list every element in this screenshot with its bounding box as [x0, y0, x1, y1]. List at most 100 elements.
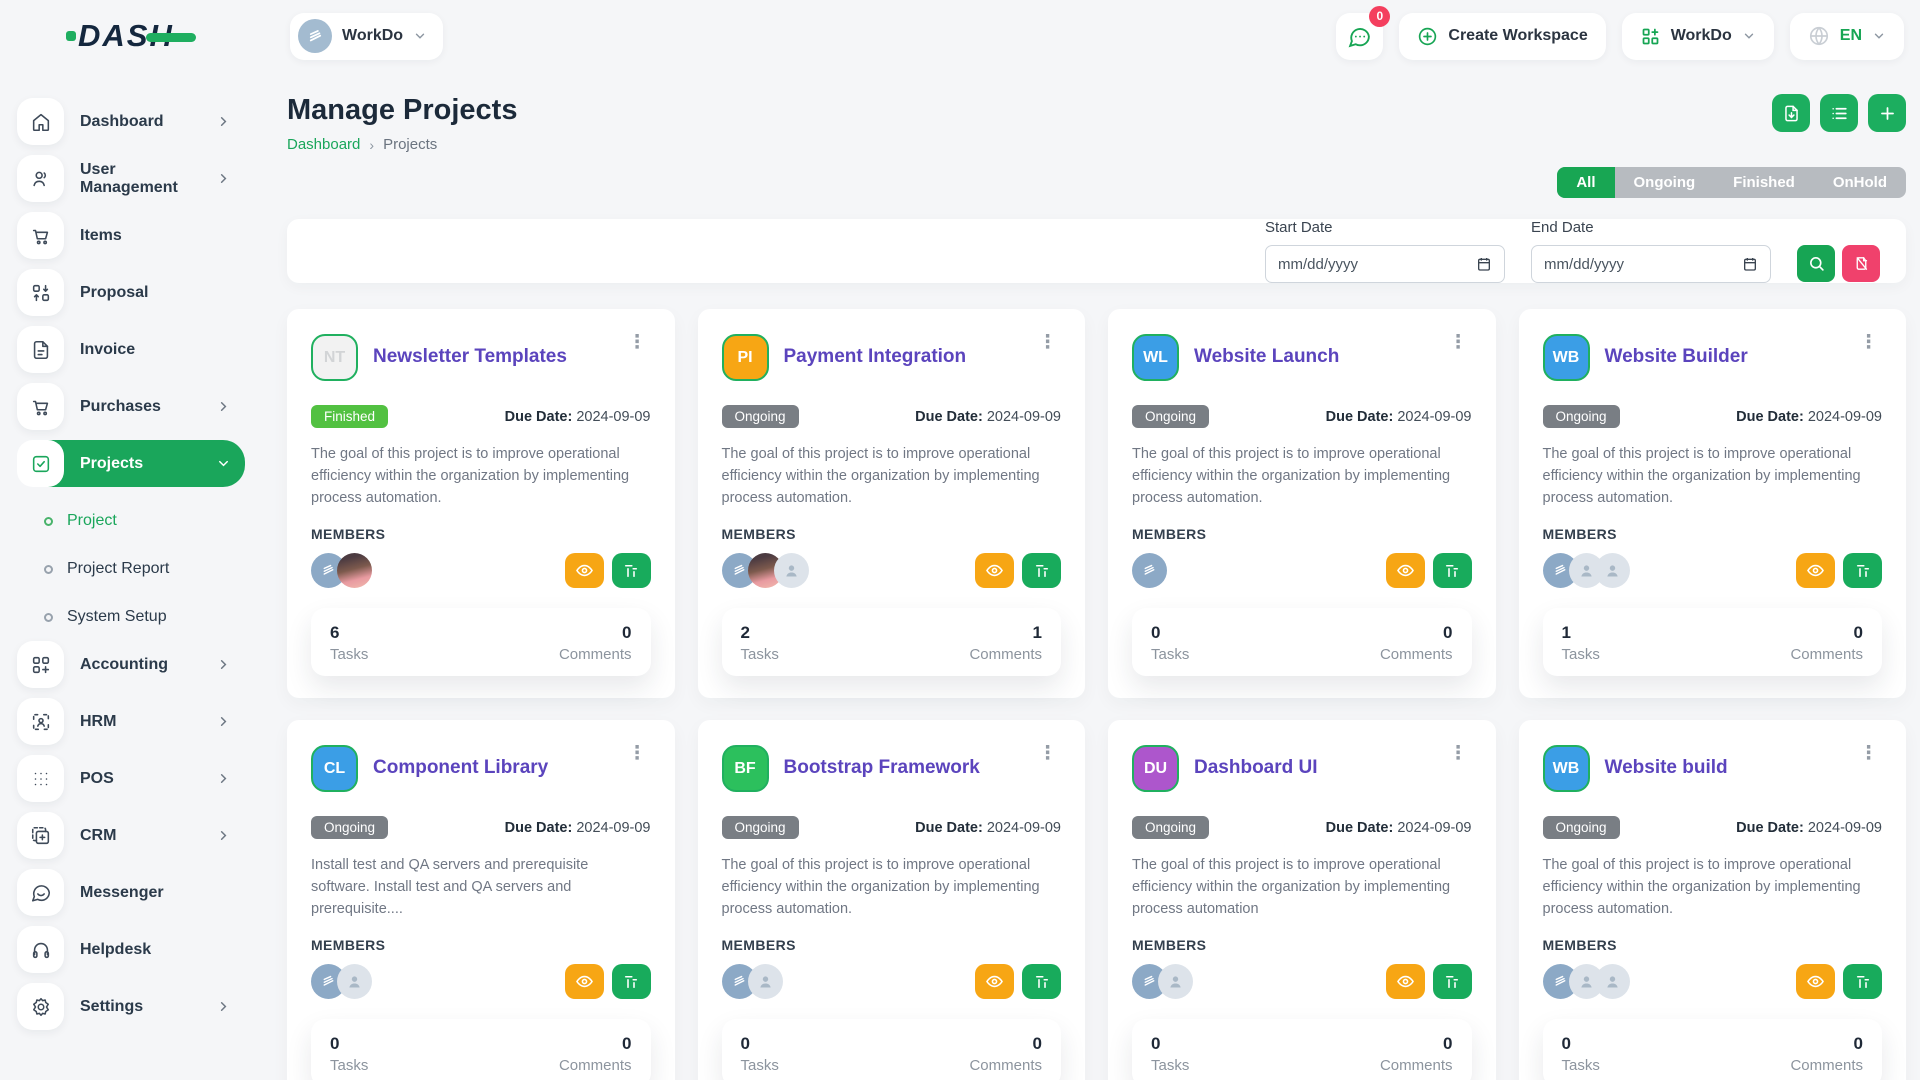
- member-avatar-company: [1132, 553, 1167, 588]
- card-menu-button[interactable]: ⋮: [1445, 745, 1472, 763]
- tasks-stat: 6Tasks: [330, 623, 368, 663]
- sidebar-item-settings[interactable]: Settings: [17, 983, 245, 1030]
- sidebar-item-helpdesk[interactable]: Helpdesk: [17, 926, 245, 973]
- language-label: EN: [1840, 27, 1862, 45]
- sidebar-subitem-system-setup[interactable]: System Setup: [17, 593, 262, 641]
- card-menu-button[interactable]: ⋮: [1034, 334, 1061, 352]
- tasks-stat: 0Tasks: [1151, 1034, 1189, 1074]
- member-avatar-placeholder: [1158, 964, 1193, 999]
- card-menu-button[interactable]: ⋮: [1445, 334, 1472, 352]
- project-title-link[interactable]: Dashboard UI: [1194, 757, 1318, 780]
- breadcrumb-dashboard[interactable]: Dashboard: [287, 136, 360, 153]
- sidebar-subitem-project[interactable]: Project: [17, 497, 262, 545]
- progress-button[interactable]: [612, 964, 651, 999]
- card-menu-button[interactable]: ⋮: [624, 334, 651, 352]
- brand-logo[interactable]: DASH: [66, 18, 174, 54]
- member-avatars: [722, 964, 774, 999]
- workspace-selector[interactable]: WorkDo: [290, 13, 443, 60]
- tab-ongoing[interactable]: Ongoing: [1615, 167, 1715, 198]
- person-icon: [345, 972, 364, 991]
- chevron-down-icon: [413, 29, 427, 43]
- progress-button[interactable]: [1022, 964, 1061, 999]
- cart-icon: [17, 212, 64, 259]
- status-badge: Ongoing: [1543, 816, 1620, 839]
- view-project-button[interactable]: [565, 964, 604, 999]
- view-project-button[interactable]: [1386, 964, 1425, 999]
- create-workspace-button[interactable]: Create Workspace: [1399, 13, 1605, 60]
- bullet-circle-icon: [44, 613, 53, 622]
- workspace-menu-button[interactable]: WorkDo: [1622, 13, 1774, 60]
- project-title-link[interactable]: Component Library: [373, 757, 548, 780]
- progress-button[interactable]: [1022, 553, 1061, 588]
- sidebar-item-items[interactable]: Items: [17, 212, 245, 259]
- tab-finished[interactable]: Finished: [1714, 167, 1814, 198]
- sidebar-item-dashboard[interactable]: Dashboard: [17, 98, 245, 145]
- progress-button[interactable]: [612, 553, 651, 588]
- sidebar-subitem-project-report[interactable]: Project Report: [17, 545, 262, 593]
- gantt-icon: [1854, 562, 1872, 580]
- project-title-link[interactable]: Website Launch: [1194, 346, 1339, 369]
- clear-filter-icon: [1853, 255, 1870, 272]
- card-menu-button[interactable]: ⋮: [1034, 745, 1061, 763]
- sidebar-item-messenger[interactable]: Messenger: [17, 869, 245, 916]
- progress-button[interactable]: [1843, 964, 1882, 999]
- sidebar-item-user-management[interactable]: User Management: [17, 155, 245, 202]
- tab-all[interactable]: All: [1557, 167, 1614, 198]
- project-title-link[interactable]: Newsletter Templates: [373, 346, 567, 369]
- project-avatar: WL: [1132, 334, 1179, 381]
- language-selector[interactable]: EN: [1790, 13, 1904, 60]
- due-date: Due Date: 2024-09-09: [915, 820, 1061, 836]
- sidebar-item-projects[interactable]: Projects: [17, 440, 245, 487]
- project-title-link[interactable]: Bootstrap Framework: [784, 757, 980, 780]
- progress-button[interactable]: [1433, 964, 1472, 999]
- add-project-button[interactable]: [1868, 94, 1906, 132]
- search-button[interactable]: [1797, 245, 1835, 282]
- status-badge: Ongoing: [311, 816, 388, 839]
- view-project-button[interactable]: [975, 964, 1014, 999]
- sidebar-item-invoice[interactable]: Invoice: [17, 326, 245, 373]
- project-avatar: DU: [1132, 745, 1179, 792]
- project-title-link[interactable]: Payment Integration: [784, 346, 967, 369]
- main-content: Manage Projects Dashboard › Projects All…: [262, 72, 1920, 1080]
- tab-onhold[interactable]: OnHold: [1814, 167, 1906, 198]
- sidebar-item-accounting[interactable]: Accounting: [17, 641, 245, 688]
- view-project-button[interactable]: [975, 553, 1014, 588]
- eye-icon: [985, 972, 1004, 991]
- progress-button[interactable]: [1433, 553, 1472, 588]
- messages-button[interactable]: 0: [1336, 13, 1383, 60]
- member-avatar-photo: [337, 553, 372, 588]
- messenger-icon: [30, 882, 52, 904]
- end-date-input[interactable]: mm/dd/yyyy: [1531, 245, 1771, 283]
- sidebar-item-purchases[interactable]: Purchases: [17, 383, 245, 430]
- due-date: Due Date: 2024-09-09: [1736, 409, 1882, 425]
- chevron-right-icon: [216, 657, 231, 672]
- project-title-link[interactable]: Website build: [1605, 757, 1728, 780]
- list-view-button[interactable]: [1820, 94, 1858, 132]
- sidebar-item-crm[interactable]: CRM: [17, 812, 245, 859]
- member-avatars: [311, 553, 363, 588]
- progress-button[interactable]: [1843, 553, 1882, 588]
- export-button[interactable]: [1772, 94, 1810, 132]
- accounting-icon: [17, 641, 64, 688]
- sidebar-item-proposal[interactable]: Proposal: [17, 269, 245, 316]
- sidebar-item-hrm[interactable]: HRM: [17, 698, 245, 745]
- clear-filter-button[interactable]: [1842, 245, 1880, 282]
- eye-icon: [1396, 561, 1415, 580]
- card-menu-button[interactable]: ⋮: [624, 745, 651, 763]
- view-project-button[interactable]: [565, 553, 604, 588]
- view-project-button[interactable]: [1386, 553, 1425, 588]
- member-avatars: [1132, 553, 1158, 588]
- cart-icon: [17, 383, 64, 430]
- sidebar-item-pos[interactable]: POS: [17, 755, 245, 802]
- project-card-website-launch: WLWebsite Launch⋮OngoingDue Date: 2024-0…: [1108, 309, 1496, 698]
- card-menu-button[interactable]: ⋮: [1855, 745, 1882, 763]
- chevron-down-icon: [1872, 29, 1886, 43]
- comments-stat: 0Comments: [969, 1034, 1042, 1074]
- project-title-link[interactable]: Website Builder: [1605, 346, 1748, 369]
- view-project-button[interactable]: [1796, 964, 1835, 999]
- view-project-button[interactable]: [1796, 553, 1835, 588]
- start-date-input[interactable]: mm/dd/yyyy: [1265, 245, 1505, 283]
- card-menu-button[interactable]: ⋮: [1855, 334, 1882, 352]
- chevron-right-icon: ›: [369, 137, 374, 153]
- gear-icon: [30, 996, 52, 1018]
